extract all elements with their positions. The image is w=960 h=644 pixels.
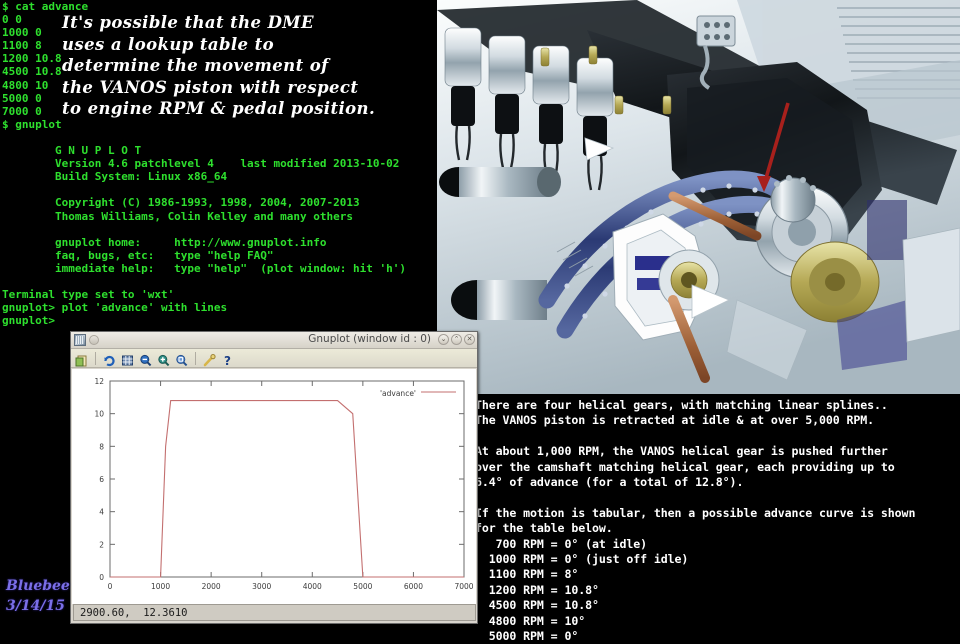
gnuplot-titlebar[interactable]: Gnuplot (window id : 0) ⌄ ⌃ ✕ xyxy=(71,332,477,349)
x-tick-label: 7000 xyxy=(454,582,473,591)
terminal-line: G N U P L O T xyxy=(2,144,142,158)
close-button[interactable]: ✕ xyxy=(464,334,475,345)
terminal-line: Version 4.6 patchlevel 4 last modified 2… xyxy=(2,157,400,171)
terminal-line: immediate help: type "help" (plot window… xyxy=(2,261,406,275)
terminal-line: gnuplot home: http://www.gnuplot.info xyxy=(2,235,327,249)
description-line: 1200 RPM = 10.8° xyxy=(475,582,599,597)
toolbar-separator xyxy=(95,351,96,365)
zoom-next-icon[interactable] xyxy=(157,352,170,366)
annotation-line: determine the movement of xyxy=(62,56,329,75)
gnuplot-window-title: Gnuplot (window id : 0) xyxy=(308,333,431,345)
annotation-overlay-text: It's possible that the DME uses a lookup … xyxy=(62,12,437,120)
x-tick-label: 5000 xyxy=(353,582,372,591)
watermark: Bluebee 3/14/15 xyxy=(6,576,70,616)
legend-label: 'advance' xyxy=(380,389,416,398)
zoom-previous-icon[interactable] xyxy=(139,352,152,366)
svg-text:?: ? xyxy=(224,354,231,367)
y-tick-label: 0 xyxy=(99,573,104,582)
description-line xyxy=(475,429,960,444)
y-tick-label: 2 xyxy=(99,540,104,549)
help-icon[interactable]: ? xyxy=(221,352,234,368)
data-series-line xyxy=(110,400,464,578)
x-tick-label: 3000 xyxy=(252,582,271,591)
gnuplot-plot-canvas[interactable]: 0 1000 2000 3000 4000 5000 6000 7000 0 2 4 6 8 10 12 'a… xyxy=(72,369,476,604)
description-line: The VANOS piston is retracted at idle & … xyxy=(475,413,875,428)
annotation-line: the VANOS piston with respect xyxy=(62,77,359,97)
copy-to-clipboard-icon[interactable] xyxy=(75,352,88,366)
x-tick-label: 2000 xyxy=(202,582,221,591)
y-tick-label: 12 xyxy=(94,377,104,386)
description-line: 6.4° of advance (for a total of 12.8°). xyxy=(475,475,744,490)
toolbar-separator-2 xyxy=(195,351,196,365)
minimize-button[interactable]: ⌄ xyxy=(438,334,449,345)
terminal-line: faq, bugs, etc: type "help FAQ" xyxy=(2,248,274,262)
maximize-button[interactable]: ⌃ xyxy=(451,334,462,345)
description-line: for the table below. xyxy=(475,521,613,536)
y-tick-label: 6 xyxy=(99,475,104,484)
gnuplot-app-icon xyxy=(74,334,86,346)
description-line: 4500 RPM = 10.8° xyxy=(475,598,599,613)
engine-diagram-svg xyxy=(437,0,960,394)
settings-icon[interactable] xyxy=(203,352,216,366)
toggle-grid-icon[interactable] xyxy=(121,352,134,365)
plot-frame xyxy=(109,380,465,578)
y-tick-label: 4 xyxy=(99,508,104,517)
advance-curve-chart: 0 1000 2000 3000 4000 5000 6000 7000 0 2 4 6 8 10 12 'a… xyxy=(94,377,473,591)
terminal-line: Copyright (C) 1986-1993, 1998, 2004, 200… xyxy=(2,196,360,210)
terminal-line: gnuplot> xyxy=(2,314,62,328)
x-tick-label: 1000 xyxy=(151,582,170,591)
terminal-line: Terminal type set to 'wxt' xyxy=(2,288,175,302)
gnuplot-statusbar: 2900.60, 12.3610 xyxy=(73,604,476,621)
x-tick-label: 0 xyxy=(108,582,113,591)
cursor-coordinates: 2900.60, 12.3610 xyxy=(80,606,188,619)
description-line: At about 1,000 RPM, the VANOS helical ge… xyxy=(475,444,888,459)
annotation-line: uses a lookup table to xyxy=(62,34,275,54)
x-tick-label: 6000 xyxy=(404,582,423,591)
autoscale-icon[interactable] xyxy=(175,352,188,366)
annotation-line: It's possible that the DME xyxy=(62,13,314,32)
gnuplot-window[interactable]: Gnuplot (window id : 0) ⌄ ⌃ ✕ ? 0 1000 2… xyxy=(70,331,478,624)
terminal-line: $ gnuplot xyxy=(2,117,62,131)
x-tick-label: 4000 xyxy=(303,582,322,591)
description-line: There are four helical gears, with match… xyxy=(475,398,888,412)
terminal-line: Build System: Linux x86_64 xyxy=(2,170,228,184)
description-line: over the camshaft matching helical gear,… xyxy=(475,459,895,474)
y-tick-label: 10 xyxy=(94,410,104,419)
gnuplot-toolbar[interactable]: ? xyxy=(71,349,477,368)
description-line: If the motion is tabular, then a possibl… xyxy=(475,505,916,520)
watermark-name: Bluebee xyxy=(6,578,70,594)
description-line: 700 RPM = 0° (at idle) xyxy=(475,536,648,551)
description-line xyxy=(475,490,960,505)
description-line: 1000 RPM = 0° (just off idle) xyxy=(475,552,689,567)
description-line: 5000 RPM = 0° xyxy=(475,629,579,644)
terminal-line: Thomas Williams, Colin Kelley and many o… xyxy=(2,209,353,223)
terminal-line: gnuplot> plot 'advance' with lines xyxy=(2,301,228,315)
y-tick-label: 8 xyxy=(99,442,104,451)
description-panel: There are four helical gears, with match… xyxy=(437,394,960,643)
replot-icon[interactable] xyxy=(103,352,116,366)
engine-cutaway-illustration xyxy=(437,0,960,394)
watermark-date: 3/14/15 xyxy=(6,598,65,614)
description-line: 4800 RPM = 10° xyxy=(475,613,586,628)
titlebar-menu-dot-icon[interactable] xyxy=(89,335,99,345)
annotation-line: to engine RPM & pedal position. xyxy=(62,99,376,118)
description-line: 1100 RPM = 8° xyxy=(475,567,579,582)
